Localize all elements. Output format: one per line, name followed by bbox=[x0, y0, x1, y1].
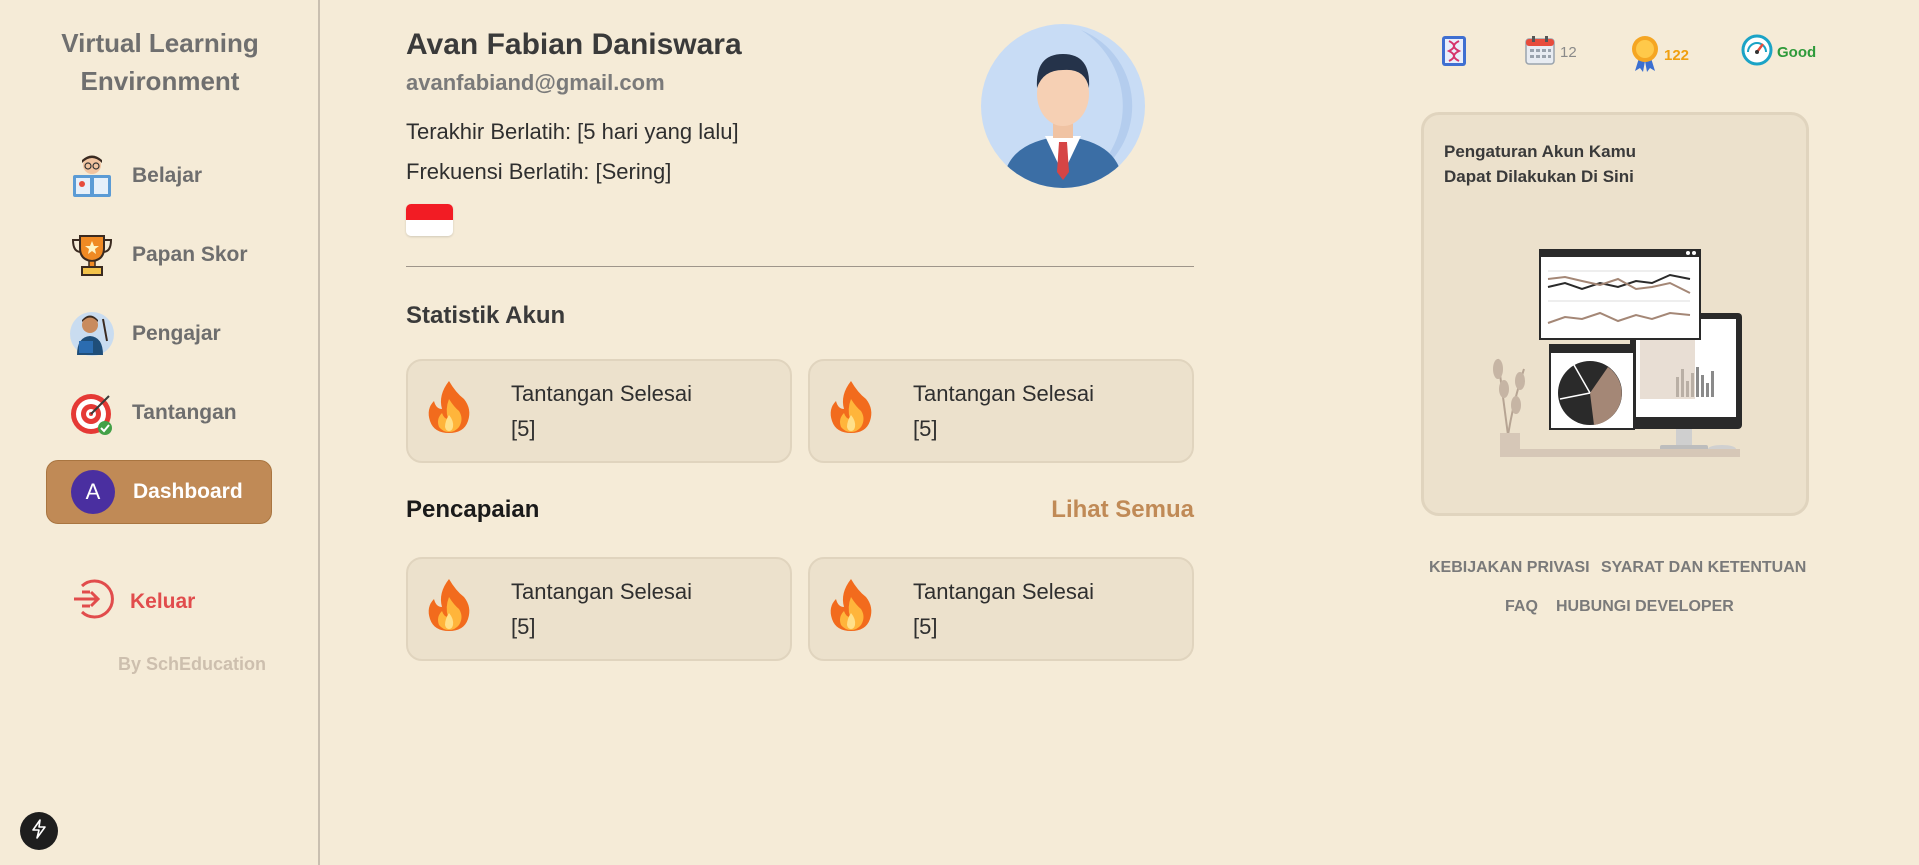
fire-icon bbox=[828, 577, 874, 633]
sidebar: Virtual Learning Environment Belajar Pap… bbox=[0, 0, 320, 865]
profile-avatar bbox=[981, 24, 1145, 188]
section-divider bbox=[406, 266, 1194, 267]
stat-card-title: Tantangan Selesai bbox=[511, 381, 693, 406]
sidebar-item-label: Papan Skor bbox=[132, 243, 248, 266]
achievement-card-value: [5] bbox=[913, 614, 938, 639]
profile-name: Avan Fabian Daniswara bbox=[406, 28, 742, 61]
achievement-card-value: [5] bbox=[511, 614, 536, 639]
calendar-count: 12 bbox=[1560, 44, 1577, 61]
account-settings-card[interactable]: Pengaturan Akun Kamu Dapat Dilakukan Di … bbox=[1421, 112, 1809, 516]
speedometer-icon bbox=[1741, 34, 1773, 71]
student-reading-icon bbox=[68, 152, 116, 200]
medal-count: 122 bbox=[1664, 47, 1690, 64]
calendar-icon bbox=[1524, 34, 1556, 71]
stat-card-value: [5] bbox=[511, 416, 536, 441]
sidebar-item-dashboard[interactable]: A Dashboard bbox=[46, 460, 272, 524]
brand-title: Virtual Learning Environment bbox=[0, 24, 320, 100]
stat-card-title: Tantangan Selesai bbox=[913, 381, 1095, 406]
top-stat-calendar[interactable]: 12 bbox=[1524, 34, 1577, 71]
sidebar-item-label: Tantangan bbox=[132, 401, 237, 424]
terms-link[interactable]: SYARAT DAN KETENTUAN bbox=[1601, 559, 1806, 577]
trophy-icon bbox=[68, 231, 116, 279]
lightning-icon bbox=[30, 818, 48, 844]
sidebar-item-label: Dashboard bbox=[133, 480, 243, 503]
sidebar-item-label: Pengajar bbox=[132, 322, 221, 345]
faq-link[interactable]: FAQ bbox=[1505, 598, 1538, 616]
statistics-title: Statistik Akun bbox=[406, 302, 566, 329]
fire-icon bbox=[426, 577, 472, 633]
sidebar-item-pengajar[interactable]: Pengajar bbox=[46, 302, 272, 366]
achievements-title: Pencapaian bbox=[406, 496, 540, 523]
sidebar-item-papan-skor[interactable]: Papan Skor bbox=[46, 223, 272, 287]
logout-button[interactable]: Keluar bbox=[70, 576, 195, 627]
settings-line-2: Dapat Dilakukan Di Sini bbox=[1444, 167, 1634, 186]
logout-label: Keluar bbox=[130, 589, 196, 613]
top-stat-performance[interactable]: Good bbox=[1741, 34, 1816, 71]
profile-email: avanfabiand@gmail.com bbox=[406, 70, 665, 95]
analytics-illustration bbox=[1490, 248, 1746, 464]
last-practice: Terakhir Berlatih: [5 hari yang lalu] bbox=[406, 119, 739, 144]
achievement-card-title: Tantangan Selesai bbox=[913, 579, 1095, 604]
performance-status: Good bbox=[1777, 44, 1817, 61]
sidebar-item-belajar[interactable]: Belajar bbox=[46, 144, 272, 208]
achievement-card: Tantangan Selesai [5] bbox=[406, 557, 792, 661]
top-stat-course[interactable] bbox=[1440, 34, 1468, 73]
see-all-link[interactable]: Lihat Semua bbox=[1050, 496, 1194, 524]
medal-icon bbox=[1630, 34, 1660, 77]
achievement-card: Tantangan Selesai [5] bbox=[808, 557, 1194, 661]
practice-frequency: Frekuensi Berlatih: [Sering] bbox=[406, 159, 672, 184]
top-stat-medal[interactable]: 122 bbox=[1630, 34, 1689, 77]
byline: By SchEducation bbox=[118, 654, 267, 674]
settings-card-text: Pengaturan Akun Kamu Dapat Dilakukan Di … bbox=[1444, 139, 1744, 189]
sidebar-item-tantangan[interactable]: Tantangan bbox=[46, 381, 272, 445]
logout-icon bbox=[70, 576, 116, 627]
brand-line-1: Virtual Learning bbox=[61, 28, 259, 58]
fire-icon bbox=[426, 379, 472, 435]
stat-card-value: [5] bbox=[913, 416, 938, 441]
stat-card: Tantangan Selesai [5] bbox=[808, 359, 1194, 463]
avatar: A bbox=[71, 470, 115, 514]
avatar-icon: A bbox=[69, 468, 117, 516]
stat-card: Tantangan Selesai [5] bbox=[406, 359, 792, 463]
settings-line-1: Pengaturan Akun Kamu bbox=[1444, 142, 1637, 161]
dna-book-icon bbox=[1440, 34, 1468, 73]
achievement-card-title: Tantangan Selesai bbox=[511, 579, 693, 604]
target-icon bbox=[68, 389, 116, 437]
teacher-icon bbox=[68, 310, 116, 358]
fire-icon bbox=[828, 379, 874, 435]
contact-developer-link[interactable]: HUBUNGI DEVELOPER bbox=[1556, 598, 1734, 616]
brand-line-2: Environment bbox=[80, 66, 240, 96]
indonesia-flag-icon bbox=[406, 204, 453, 236]
privacy-policy-link[interactable]: KEBIJAKAN PRIVASI bbox=[1429, 559, 1590, 577]
bolt-button[interactable] bbox=[20, 812, 58, 850]
sidebar-item-label: Belajar bbox=[132, 164, 203, 187]
